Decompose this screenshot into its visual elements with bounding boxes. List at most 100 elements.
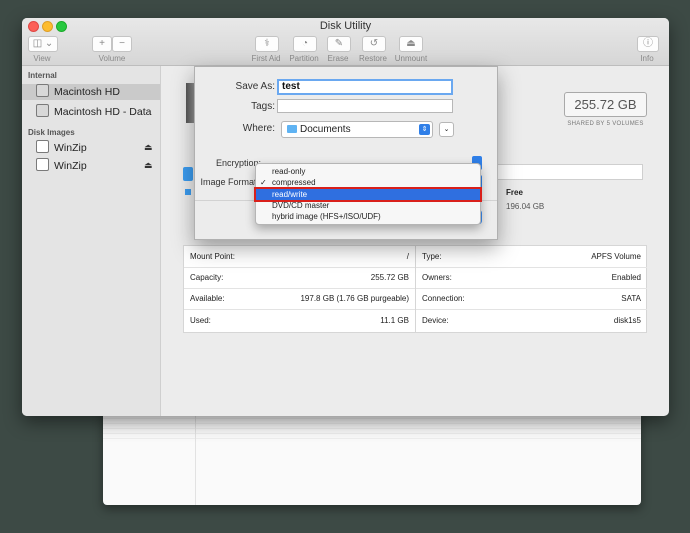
menu-item-label: compressed <box>272 178 316 187</box>
info-row: Connection: SATA <box>416 288 647 310</box>
info-key: Mount Point: <box>190 252 235 261</box>
menu-item-hybrid-image[interactable]: hybrid image (HFS+/ISO/UDF) <box>256 211 480 222</box>
sidebar-item-label: Macintosh HD <box>54 86 120 98</box>
erase-button[interactable]: ✎ <box>327 36 351 52</box>
menu-item-label: read-only <box>272 167 306 176</box>
info-row: Owners: Enabled <box>416 267 647 289</box>
stethoscope-icon: ⚕ <box>264 38 270 49</box>
pie-chart-icon: ◔ <box>301 38 309 49</box>
first-aid-button[interactable]: ⚕ <box>255 36 279 52</box>
info-value: SATA <box>621 294 641 303</box>
menu-item-label: read/write <box>272 190 308 199</box>
info-value: 11.1 GB <box>380 316 409 325</box>
hard-drive-icon <box>36 84 49 97</box>
usage-bar-start <box>183 167 193 181</box>
menu-item-read-write[interactable]: read/write <box>254 187 482 202</box>
remove-volume-button[interactable]: − <box>112 36 132 52</box>
view-label: View <box>33 54 51 63</box>
sidebar-item-macintosh-hd-data[interactable]: Macintosh HD - Data <box>36 104 151 120</box>
info-row: Available: 197.8 GB (1.76 GB purgeable) <box>184 288 415 310</box>
volume-info-table: Mount Point: / Capacity: 255.72 GB Availab… <box>183 245 647 333</box>
sidebar: Internal Macintosh HD Macintosh HD - Dat… <box>22 66 161 416</box>
tags-label: Tags: <box>251 101 275 112</box>
image-format-label: Image Format: <box>200 177 259 187</box>
partition-button[interactable]: ◔ <box>293 36 317 52</box>
capacity-box: 255.72 GB <box>564 92 647 117</box>
info-value: / <box>406 252 409 261</box>
info-value: Enabled <box>611 273 641 282</box>
used-legend-swatch <box>185 189 191 195</box>
tags-field[interactable] <box>277 99 453 113</box>
add-volume-button[interactable]: + <box>92 36 112 52</box>
menu-item-label: hybrid image (HFS+/ISO/UDF) <box>272 212 381 221</box>
eject-icon[interactable]: ⏏ <box>144 142 153 153</box>
info-key: Owners: <box>422 273 452 282</box>
background-window-stripe <box>103 418 641 442</box>
partition-label: Partition <box>289 54 319 63</box>
shared-by-volumes-text: SHARED BY 5 VOLUMES <box>567 121 644 127</box>
info-row: Type: APFS Volume <box>416 246 647 268</box>
menu-item-label: DVD/CD master <box>272 201 330 210</box>
plus-icon: + <box>99 38 105 49</box>
first-aid-label: First Aid <box>251 54 281 63</box>
restore-button[interactable]: ↺ <box>362 36 386 52</box>
titlebar: Disk Utility ◫ ⌄ View + − Volume ⚕ First… <box>22 18 669 66</box>
info-column-left: Mount Point: / Capacity: 255.72 GB Availab… <box>184 246 415 332</box>
hard-drive-icon <box>36 104 49 117</box>
info-value: disk1s5 <box>613 316 641 325</box>
sidebar-icon: ◫ ⌄ <box>32 38 54 49</box>
view-button[interactable]: ◫ ⌄ <box>28 36 58 52</box>
info-key: Available: <box>190 294 225 303</box>
sidebar-item-macintosh-hd[interactable]: Macintosh HD <box>22 84 160 100</box>
eject-icon[interactable]: ⏏ <box>144 160 153 171</box>
background-window <box>103 408 641 505</box>
info-row: Capacity: 255.72 GB <box>184 267 415 289</box>
info-row: Device: disk1s5 <box>416 310 647 331</box>
disk-image-icon <box>36 158 49 171</box>
info-label: Info <box>640 54 654 63</box>
where-value: Documents <box>300 124 351 135</box>
info-key: Connection: <box>422 294 465 303</box>
unmount-label: Unmount <box>394 54 428 63</box>
expand-dialog-button[interactable]: ⌄ <box>439 122 454 137</box>
eject-icon: ⏏ <box>406 38 416 49</box>
sidebar-item-winzip[interactable]: WinZip <box>36 158 87 174</box>
info-column-right: Type: APFS Volume Owners: Enabled Connecti… <box>415 246 647 332</box>
sidebar-item-label: Macintosh HD - Data <box>54 106 152 118</box>
menu-item-compressed[interactable]: ✓ compressed <box>256 177 480 188</box>
info-icon: ⓘ <box>643 38 653 49</box>
save-as-label: Save As: <box>235 81 275 92</box>
volume-label: Volume <box>98 54 126 63</box>
where-popup[interactable]: Documents ⇕ <box>281 121 433 138</box>
erase-label: Erase <box>327 54 349 63</box>
info-value: APFS Volume <box>591 252 641 261</box>
chevron-down-icon: ⌄ <box>443 126 450 133</box>
minus-icon: − <box>119 38 125 49</box>
info-key: Type: <box>422 252 442 261</box>
where-label: Where: <box>242 123 275 134</box>
info-value: 197.8 GB (1.76 GB purgeable) <box>300 294 409 303</box>
sidebar-header-internal: Internal <box>28 71 57 80</box>
menu-item-dvd-cd-master[interactable]: DVD/CD master <box>256 200 480 211</box>
sidebar-header-disk-images: Disk Images <box>28 128 75 137</box>
info-key: Device: <box>422 316 449 325</box>
usage-bar <box>480 164 643 180</box>
menu-item-read-only[interactable]: read-only <box>256 166 480 177</box>
info-value: 255.72 GB <box>370 273 409 282</box>
save-as-field[interactable]: test <box>277 79 453 95</box>
checkmark-icon: ✓ <box>260 178 267 187</box>
info-row: Mount Point: / <box>184 246 415 268</box>
disk-image-icon <box>36 140 49 153</box>
sidebar-item-winzip[interactable]: WinZip <box>36 140 87 156</box>
info-key: Capacity: <box>190 273 224 282</box>
erase-icon: ✎ <box>334 38 344 49</box>
image-format-menu: read-only ✓ compressed read/write DVD/CD … <box>254 163 482 225</box>
sidebar-item-label: WinZip <box>54 142 87 154</box>
window-title: Disk Utility <box>319 20 372 32</box>
info-button[interactable]: ⓘ <box>637 36 659 52</box>
sidebar-item-label: WinZip <box>54 160 87 172</box>
unmount-button[interactable]: ⏏ <box>399 36 423 52</box>
info-row: Used: 11.1 GB <box>184 310 415 331</box>
free-value: 196.04 GB <box>506 202 545 211</box>
background-window-divider <box>195 408 196 505</box>
